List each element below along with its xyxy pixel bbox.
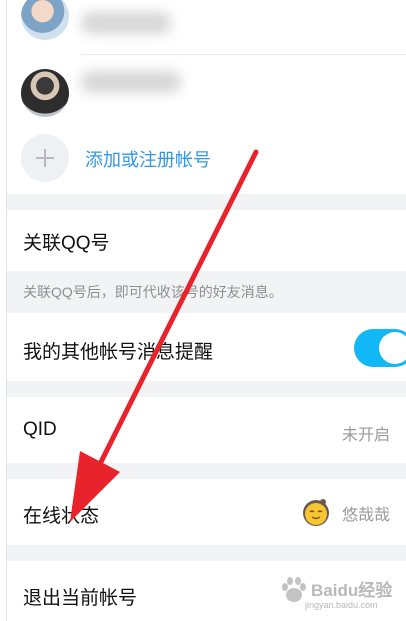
add-account-row[interactable]: 添加或注册帐号 — [7, 128, 406, 188]
online-status-row[interactable]: 在线状态 悠哉哉 — [7, 479, 406, 545]
link-qq-label: 关联QQ号 — [23, 233, 110, 254]
section-gap — [7, 381, 406, 397]
plus-icon — [21, 134, 69, 182]
account-name-blurred — [81, 71, 181, 93]
link-qq-hint-text: 关联QQ号后，即可代收该号的好友消息。 — [23, 284, 283, 300]
section-gap — [7, 463, 406, 479]
logout-label: 退出当前帐号 — [23, 588, 138, 609]
other-account-reminder-toggle[interactable] — [354, 329, 406, 367]
online-status-label: 在线状态 — [23, 506, 100, 527]
qid-value: 未开启 — [341, 427, 390, 444]
qid-label: QID — [23, 419, 57, 440]
link-qq-hint: 关联QQ号后，即可代收该号的好友消息。 — [7, 271, 406, 313]
toggle-knob — [379, 332, 406, 364]
account-avatar-2 — [21, 69, 69, 117]
account-row-2[interactable] — [7, 55, 406, 117]
other-account-reminder-row: 我的其他帐号消息提醒 — [7, 313, 406, 381]
account-avatar-1 — [21, 0, 69, 40]
baidu-watermark: Baidu经验 jingyan.baidu.com — [279, 574, 406, 618]
watermark-url: jingyan.baidu.com — [305, 600, 378, 610]
account-row-1[interactable] — [7, 0, 406, 55]
smiley-egg-icon — [303, 499, 329, 526]
qid-row[interactable]: QID 未开启 — [7, 397, 406, 463]
section-gap — [7, 194, 406, 210]
account-settings-screen: 添加或注册帐号 关联QQ号 关联QQ号后，即可代收该号的好友消息。 我的其他帐号… — [7, 0, 406, 621]
other-account-reminder-label: 我的其他帐号消息提醒 — [23, 342, 214, 363]
link-qq-row[interactable]: 关联QQ号 — [7, 210, 406, 271]
online-status-value: 悠哉哉 — [341, 507, 390, 524]
add-account-label: 添加或注册帐号 — [85, 150, 211, 170]
watermark-text: Baidu经验 — [311, 581, 393, 600]
section-gap — [7, 545, 406, 561]
account-name-blurred — [81, 12, 171, 34]
